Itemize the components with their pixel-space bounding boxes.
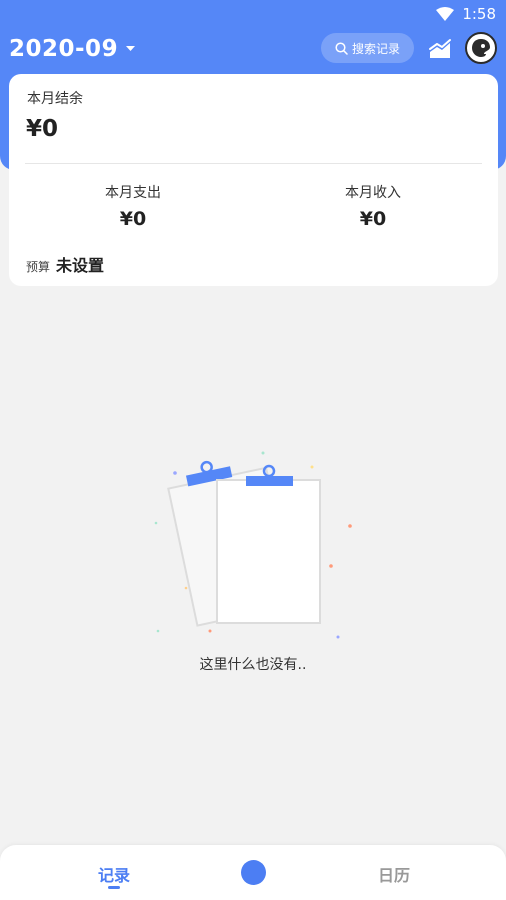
clipboard-icon	[154, 451, 352, 639]
search-icon	[335, 41, 348, 55]
income-label: 本月收入	[345, 185, 401, 201]
budget-row[interactable]: 预算 未设置	[26, 252, 104, 276]
chart-icon	[429, 39, 451, 58]
income-stat: 本月收入 ¥0	[273, 182, 473, 230]
bottom-nav: 记录 日历	[0, 845, 506, 900]
active-tab-indicator	[108, 886, 120, 889]
add-icon[interactable]	[241, 860, 266, 885]
expense-label: 本月支出	[105, 185, 161, 201]
card-divider	[25, 163, 482, 164]
balance-label: 本月结余	[27, 91, 83, 107]
budget-value: 未设置	[56, 256, 105, 275]
search-button[interactable]: 搜索记录	[321, 33, 414, 63]
empty-message: 这里什么也没有..	[199, 657, 307, 673]
month-label: 2020-09	[9, 36, 119, 62]
tab-calendar[interactable]: 日历	[364, 862, 424, 886]
expense-value: ¥0	[119, 208, 147, 230]
balance-value: ¥0	[26, 116, 59, 142]
chart-button[interactable]	[427, 35, 453, 61]
budget-label: 预算	[26, 260, 51, 274]
summary-card: 本月结余 ¥0 本月支出 ¥0 本月收入 ¥0 预算 未设置	[9, 74, 498, 286]
wifi-icon	[436, 7, 455, 21]
caret-down-icon	[126, 46, 136, 52]
search-label: 搜索记录	[351, 41, 400, 56]
avatar[interactable]	[465, 32, 497, 64]
month-picker[interactable]: 2020-09	[9, 34, 136, 64]
avatar-icon	[472, 39, 490, 57]
status-time: 1:58	[462, 5, 496, 23]
expense-stat: 本月支出 ¥0	[33, 182, 233, 230]
income-value: ¥0	[359, 208, 387, 230]
tab-records[interactable]: 记录	[84, 862, 144, 886]
status-bar: 1:58	[0, 0, 506, 28]
